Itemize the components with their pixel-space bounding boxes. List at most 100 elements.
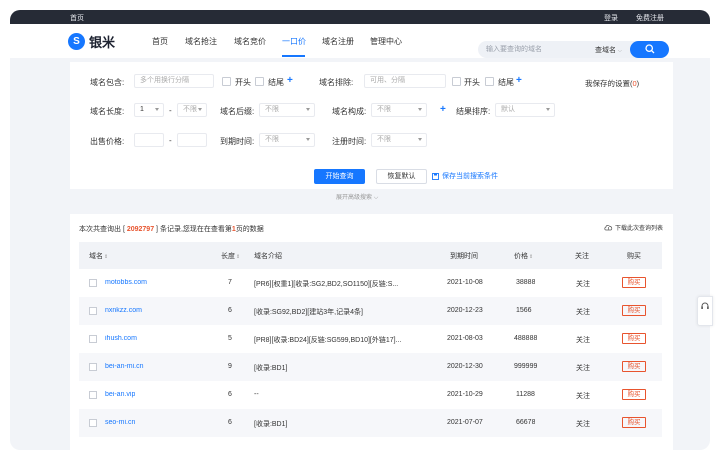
domain-length: 6: [228, 391, 232, 398]
results-panel: 本次共查询出 [ 2092797 ] 条记录,您现在在查看第1页的数据 下载此次…: [70, 214, 673, 450]
expiry-select[interactable]: 不限: [259, 133, 315, 147]
customer-service-widget[interactable]: [697, 296, 713, 326]
table-row: ihush.com 5 [PR8][收录:BD24][反链:SG599,BD10…: [79, 325, 662, 353]
row-checkbox[interactable]: [89, 335, 97, 343]
composition-select[interactable]: 不限: [371, 103, 427, 117]
exclude-end-label: 结尾: [498, 78, 514, 87]
nav-item-fixed-price[interactable]: 一口价: [282, 36, 306, 47]
domain-link[interactable]: bei-an-mi.cn: [105, 363, 144, 370]
contains-end-label: 结尾: [268, 78, 284, 87]
regtime-select[interactable]: 不限: [371, 133, 427, 147]
logo-text: 银米: [89, 35, 116, 50]
nav-item-manage[interactable]: 管理中心: [370, 36, 402, 47]
composition-add-icon[interactable]: +: [440, 105, 446, 115]
logo[interactable]: S 银米: [68, 32, 115, 51]
domain-price: 66678: [516, 419, 536, 426]
follow-button[interactable]: 关注: [576, 279, 590, 289]
summary-mid: ] 条记录,您现在在查看第: [154, 226, 232, 233]
filter-panel: 域名包含: 多个用换行分隔 开头 结尾 + 域名排除: 可用、分隔 开头 结尾 …: [70, 62, 673, 189]
domain-link[interactable]: nxnkzz.com: [105, 307, 142, 314]
save-search-button[interactable]: 保存当前搜索条件: [432, 171, 498, 181]
domain-intro: [PR6][权重1][收录:SG2,BD2,SO1150][反链:S...: [254, 281, 399, 288]
follow-button[interactable]: 关注: [576, 419, 590, 429]
col-expiry: 到期时间: [450, 253, 478, 260]
suffix-select[interactable]: 不限: [259, 103, 315, 117]
contains-end-checkbox[interactable]: [255, 77, 264, 86]
saved-settings-link[interactable]: 我保存的设置(0): [585, 78, 639, 89]
exclude-add-icon[interactable]: +: [516, 76, 522, 86]
saved-settings-suffix: ): [636, 79, 640, 88]
register-link[interactable]: 免费注册: [636, 13, 664, 23]
row-checkbox[interactable]: [89, 391, 97, 399]
expiry-label: 到期时间:: [220, 137, 255, 146]
expand-advanced-search[interactable]: 展开高级搜索 ⌵: [336, 192, 378, 202]
domain-length: 6: [228, 419, 232, 426]
contains-start-checkbox[interactable]: [222, 77, 231, 86]
row-checkbox[interactable]: [89, 363, 97, 371]
exclude-input[interactable]: 可用、分隔: [364, 74, 446, 88]
follow-button[interactable]: 关注: [576, 391, 590, 401]
table-row: nxnkzz.com 6 [收录:SG92,BD2][建站3年,记录4条] 20…: [79, 297, 662, 325]
col-length[interactable]: 长度⇕: [221, 251, 240, 261]
nav-item-register[interactable]: 域名注册: [322, 36, 354, 47]
price-max-input[interactable]: [177, 133, 207, 147]
row-checkbox[interactable]: [89, 279, 97, 287]
top-home-link[interactable]: 首页: [70, 13, 84, 23]
follow-button[interactable]: 关注: [576, 363, 590, 373]
length-separator: -: [169, 106, 172, 115]
suffix-label: 域名后缀:: [220, 107, 255, 116]
table-row: bei-an-mi.cn 9 [收录:BD1] 2020-12-30 99999…: [79, 353, 662, 381]
follow-button[interactable]: 关注: [576, 307, 590, 317]
domain-length: 9: [228, 363, 232, 370]
buy-button[interactable]: 购买: [622, 277, 646, 288]
buy-button[interactable]: 购买: [622, 305, 646, 316]
length-min-select[interactable]: 1: [134, 103, 164, 117]
price-min-input[interactable]: [134, 133, 164, 147]
buy-button[interactable]: 购买: [622, 417, 646, 428]
row-checkbox[interactable]: [89, 307, 97, 315]
regtime-label: 注册时间:: [332, 137, 367, 146]
buy-button[interactable]: 购买: [622, 333, 646, 344]
nav-item-snatch[interactable]: 域名抢注: [185, 36, 217, 47]
sort-select[interactable]: 默认: [495, 103, 555, 117]
buy-button[interactable]: 购买: [622, 389, 646, 400]
follow-button[interactable]: 关注: [576, 335, 590, 345]
domain-link[interactable]: motobbs.com: [105, 279, 147, 286]
domain-length: 5: [228, 335, 232, 342]
search-type-select[interactable]: 查域名 ⌵: [595, 45, 622, 55]
col-price[interactable]: 价格⇕: [514, 251, 533, 261]
summary-prefix: 本次共查询出 [: [79, 226, 127, 233]
reset-button[interactable]: 恢复默认: [376, 169, 427, 184]
nav-item-home[interactable]: 首页: [152, 36, 168, 47]
domain-search: 查域名 ⌵: [478, 41, 669, 58]
login-link[interactable]: 登录: [604, 13, 618, 23]
exclude-start-checkbox[interactable]: [452, 77, 461, 86]
domain-link[interactable]: seo-mi.cn: [105, 419, 135, 426]
search-input[interactable]: [486, 43, 586, 56]
exclude-end-checkbox[interactable]: [485, 77, 494, 86]
nav-item-auction[interactable]: 域名竞价: [234, 36, 266, 47]
download-list-link[interactable]: 下载此次查询列表: [604, 223, 663, 232]
sort-icon: ⇕: [529, 254, 534, 260]
length-max-select[interactable]: 不限: [177, 103, 207, 117]
contains-input[interactable]: 多个用换行分隔: [134, 74, 214, 88]
col-length-label: 长度: [221, 253, 235, 260]
domain-intro: [收录:BD1]: [254, 365, 288, 372]
domain-link[interactable]: bei-an.vip: [105, 391, 135, 398]
search-button[interactable]: [630, 41, 669, 58]
domain-price: 11288: [516, 391, 535, 398]
table-row: bei-an.vip 6 -- 2021-10-29 11288 关注 购买: [79, 381, 662, 409]
app-window: 首页 登录 免费注册 S 银米 首页 域名抢注 域名竞价 一口价 域名注册 管理…: [10, 10, 710, 450]
length-label: 域名长度:: [90, 107, 125, 116]
start-search-button[interactable]: 开始查询: [314, 169, 365, 184]
buy-button[interactable]: 购买: [622, 361, 646, 372]
contains-add-icon[interactable]: +: [287, 76, 293, 86]
results-summary: 本次共查询出 [ 2092797 ] 条记录,您现在在查看第1页的数据: [79, 224, 264, 234]
domain-intro: [收录:BD1]: [254, 421, 288, 428]
col-name[interactable]: 域名⇕: [89, 251, 108, 261]
row-checkbox[interactable]: [89, 419, 97, 427]
domain-expiry: 2021-10-29: [447, 391, 483, 398]
nav-active-indicator: [282, 55, 305, 57]
search-type-label: 查域名: [595, 47, 616, 54]
domain-link[interactable]: ihush.com: [105, 335, 137, 342]
